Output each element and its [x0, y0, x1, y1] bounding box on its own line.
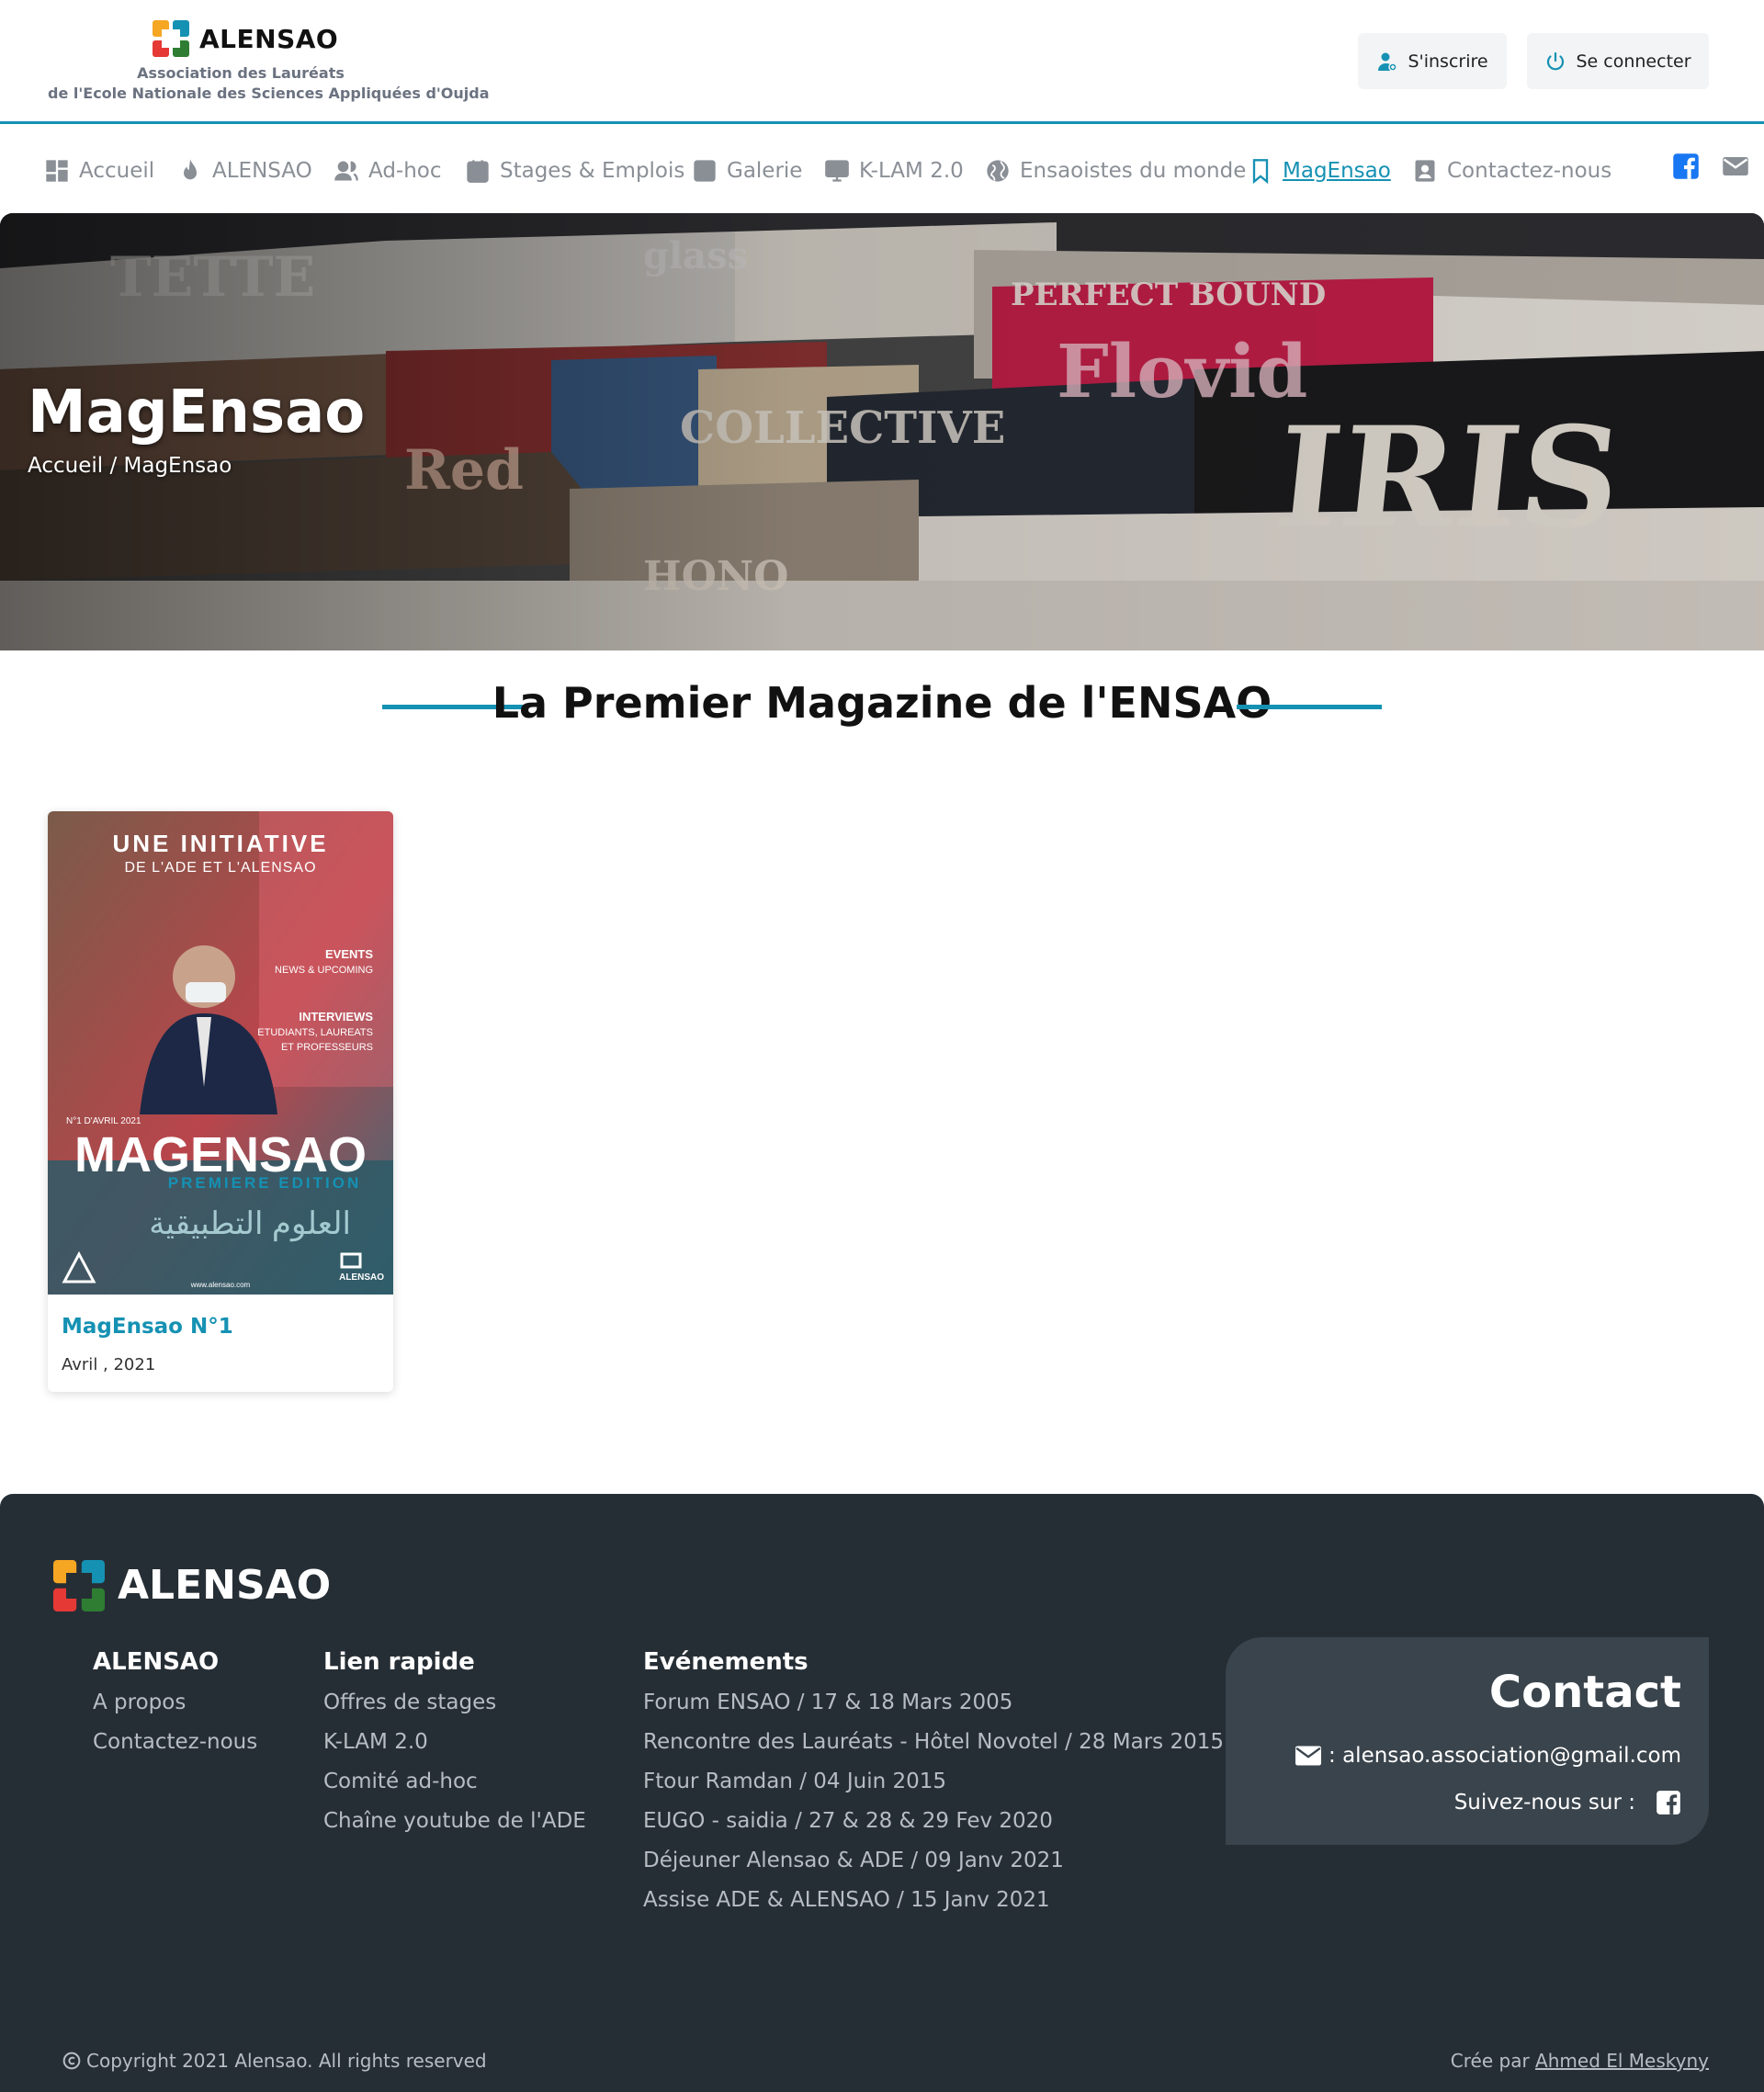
section-title: La Premier Magazine de l'ENSAO	[492, 678, 1272, 728]
cover-events-sub: NEWS & UPCOMING	[275, 965, 373, 976]
footer-link[interactable]: A propos	[93, 1691, 257, 1730]
footer-col-title: ALENSAO	[93, 1648, 220, 1676]
cover-edition: PREMIERE EDITION	[168, 1174, 361, 1192]
nav-item-galerie[interactable]: Galerie	[692, 153, 802, 189]
copyright-icon	[62, 2052, 81, 2070]
credit-prefix: Crée par	[1450, 2050, 1530, 2072]
image-icon	[694, 160, 716, 182]
cover-line1: UNE INITIATIVE	[112, 830, 328, 857]
nav-item-adhoc[interactable]: Ad-hoc	[334, 153, 442, 189]
nav-label: Galerie	[727, 159, 803, 183]
user-add-icon	[1378, 52, 1398, 72]
flame-icon	[184, 159, 197, 180]
facebook-icon[interactable]	[1672, 153, 1700, 180]
footer-link[interactable]: K-LAM 2.0	[323, 1730, 586, 1770]
logo-subtitle-2: de l'Ecole Nationale des Sciences Appliq…	[48, 85, 490, 102]
alensao-logo-icon	[153, 20, 189, 57]
monitor-icon	[825, 160, 849, 182]
bookmark-icon	[1252, 159, 1269, 184]
site-footer: ALENSAO ALENSAO A propos Contactez-nous …	[0, 1494, 1764, 2092]
copyright-text: Copyright 2021 Alensao. All rights reser…	[86, 2050, 487, 2072]
credit: Crée par Ahmed El Meskyny	[1451, 2050, 1709, 2072]
footer-event-link[interactable]: EUGO - saidia / 27 & 28 & 29 Fev 2020	[643, 1809, 1224, 1849]
follow-label: Suivez-nous sur :	[1453, 1791, 1635, 1815]
cover-url: www.alensao.com	[190, 1281, 251, 1289]
nav-label: Stages & Emplois	[500, 159, 685, 183]
footer-event-link[interactable]: Rencontre des Lauréats - Hôtel Novotel /…	[643, 1730, 1224, 1770]
page-title: MagEnsao	[28, 379, 366, 447]
magazine-cover-image[interactable]: UNE INITIATIVE DE L'ADE ET L'ALENSAO EVE…	[48, 811, 393, 1295]
contact-email[interactable]: : alensao.association@gmail.com	[1295, 1744, 1681, 1768]
power-icon	[1547, 51, 1565, 70]
cover-issue: N°1 D'AVRIL 2021	[66, 1116, 141, 1126]
nav-label: ALENSAO	[212, 159, 312, 183]
follow-us: Suivez-nous sur :	[1454, 1790, 1681, 1815]
nav-label: Ad-hoc	[368, 159, 442, 183]
breadcrumb[interactable]: Accueil / MagEnsao	[28, 454, 232, 478]
nav-label: MagEnsao	[1283, 159, 1391, 183]
nav-item-accueil[interactable]: Accueil	[44, 153, 154, 189]
footer-col-title: Evénements	[643, 1648, 808, 1676]
mail-icon[interactable]	[1722, 153, 1749, 180]
contact-box: Contact : alensao.association@gmail.com …	[1226, 1637, 1709, 1845]
nav-label: K-LAM 2.0	[859, 159, 964, 183]
facebook-icon[interactable]	[1656, 1790, 1681, 1815]
nav-item-contact[interactable]: Contactez-nous	[1412, 153, 1611, 189]
footer-event-link[interactable]: Déjeuner Alensao & ADE / 09 Janv 2021	[643, 1849, 1224, 1888]
title-decoration-right	[1237, 705, 1382, 709]
footer-event-link[interactable]: Ftour Ramdan / 04 Juin 2015	[643, 1770, 1224, 1809]
cover-events: EVENTS	[325, 947, 373, 961]
nav-label: Ensaoistes du monde	[1020, 159, 1247, 183]
magazine-title[interactable]: MagEnsao N°1	[62, 1315, 233, 1339]
logo-title: ALENSAO	[199, 24, 339, 54]
footer-col-alensao: ALENSAO A propos Contactez-nous	[93, 1648, 257, 1770]
footer-link[interactable]: Chaîne youtube de l'ADE	[323, 1809, 586, 1849]
nav-item-magensao[interactable]: MagEnsao	[1248, 153, 1391, 189]
nav-item-alensao[interactable]: ALENSAO	[177, 153, 312, 189]
author-link[interactable]: Ahmed El Meskyny	[1535, 2050, 1709, 2072]
site-header: ALENSAO Association des Lauréats de l'Ec…	[0, 0, 1764, 124]
copyright: Copyright 2021 Alensao. All rights reser…	[62, 2050, 487, 2072]
footer-event-link[interactable]: Assise ADE & ALENSAO / 15 Janv 2021	[643, 1888, 1224, 1928]
footer-event-link[interactable]: Forum ENSAO / 17 & 18 Mars 2005	[643, 1691, 1224, 1730]
register-button[interactable]: S'inscrire	[1358, 33, 1507, 89]
mail-icon	[1295, 1746, 1322, 1766]
nav-label: Accueil	[79, 159, 155, 183]
footer-link[interactable]: Comité ad-hoc	[323, 1770, 586, 1809]
calendar-icon	[467, 160, 489, 183]
main-nav: Accueil ALENSAO Ad-hoc Stages & Emplois …	[0, 127, 1764, 213]
site-logo[interactable]: ALENSAO Association des Lauréats de l'Ec…	[48, 18, 490, 110]
nav-item-klam[interactable]: K-LAM 2.0	[824, 153, 964, 189]
dashboard-icon	[46, 160, 68, 182]
magazine-card[interactable]: UNE INITIATIVE DE L'ADE ET L'ALENSAO EVE…	[48, 811, 393, 1392]
nav-item-ensaoistes[interactable]: Ensaoistes du monde	[985, 153, 1246, 189]
cover-interviews-sub1: ETUDIANTS, LAUREATS	[257, 1027, 373, 1038]
nav-label: Contactez-nous	[1447, 159, 1612, 183]
footer-link[interactable]: Offres de stages	[323, 1691, 586, 1730]
footer-col-links: Lien rapide Offres de stages K-LAM 2.0 C…	[323, 1648, 586, 1849]
cover-brand: ALENSAO	[339, 1272, 384, 1283]
cover-interviews: INTERVIEWS	[299, 1010, 373, 1023]
contact-icon	[1415, 160, 1435, 182]
magazine-date: Avril , 2021	[62, 1355, 156, 1374]
footer-brand: ALENSAO	[118, 1562, 332, 1609]
footer-col-events: Evénements Forum ENSAO / 17 & 18 Mars 20…	[643, 1648, 1224, 1928]
contact-title: Contact	[1488, 1667, 1681, 1718]
login-label: Se connecter	[1576, 51, 1691, 72]
users-icon	[334, 161, 358, 181]
globe-icon	[987, 160, 1009, 182]
cover-interviews-sub2: ET PROFESSEURS	[281, 1042, 373, 1053]
footer-col-title: Lien rapide	[323, 1648, 475, 1676]
hero-banner: IRIS PERFECT BOUND Flovid Red COLLECTIVE…	[0, 213, 1764, 650]
cover-line2: DE L'ADE ET L'ALENSAO	[124, 860, 316, 876]
cover-arabic: العلوم التطبيقية	[149, 1206, 351, 1242]
logo-subtitle: Association des Lauréats	[137, 64, 345, 82]
login-button[interactable]: Se connecter	[1527, 33, 1709, 89]
nav-item-stages[interactable]: Stages & Emplois	[465, 153, 684, 189]
footer-link[interactable]: Contactez-nous	[93, 1730, 257, 1770]
alensao-logo-icon[interactable]	[53, 1560, 105, 1611]
register-label: S'inscrire	[1408, 51, 1488, 72]
contact-email-text: : alensao.association@gmail.com	[1329, 1744, 1681, 1768]
